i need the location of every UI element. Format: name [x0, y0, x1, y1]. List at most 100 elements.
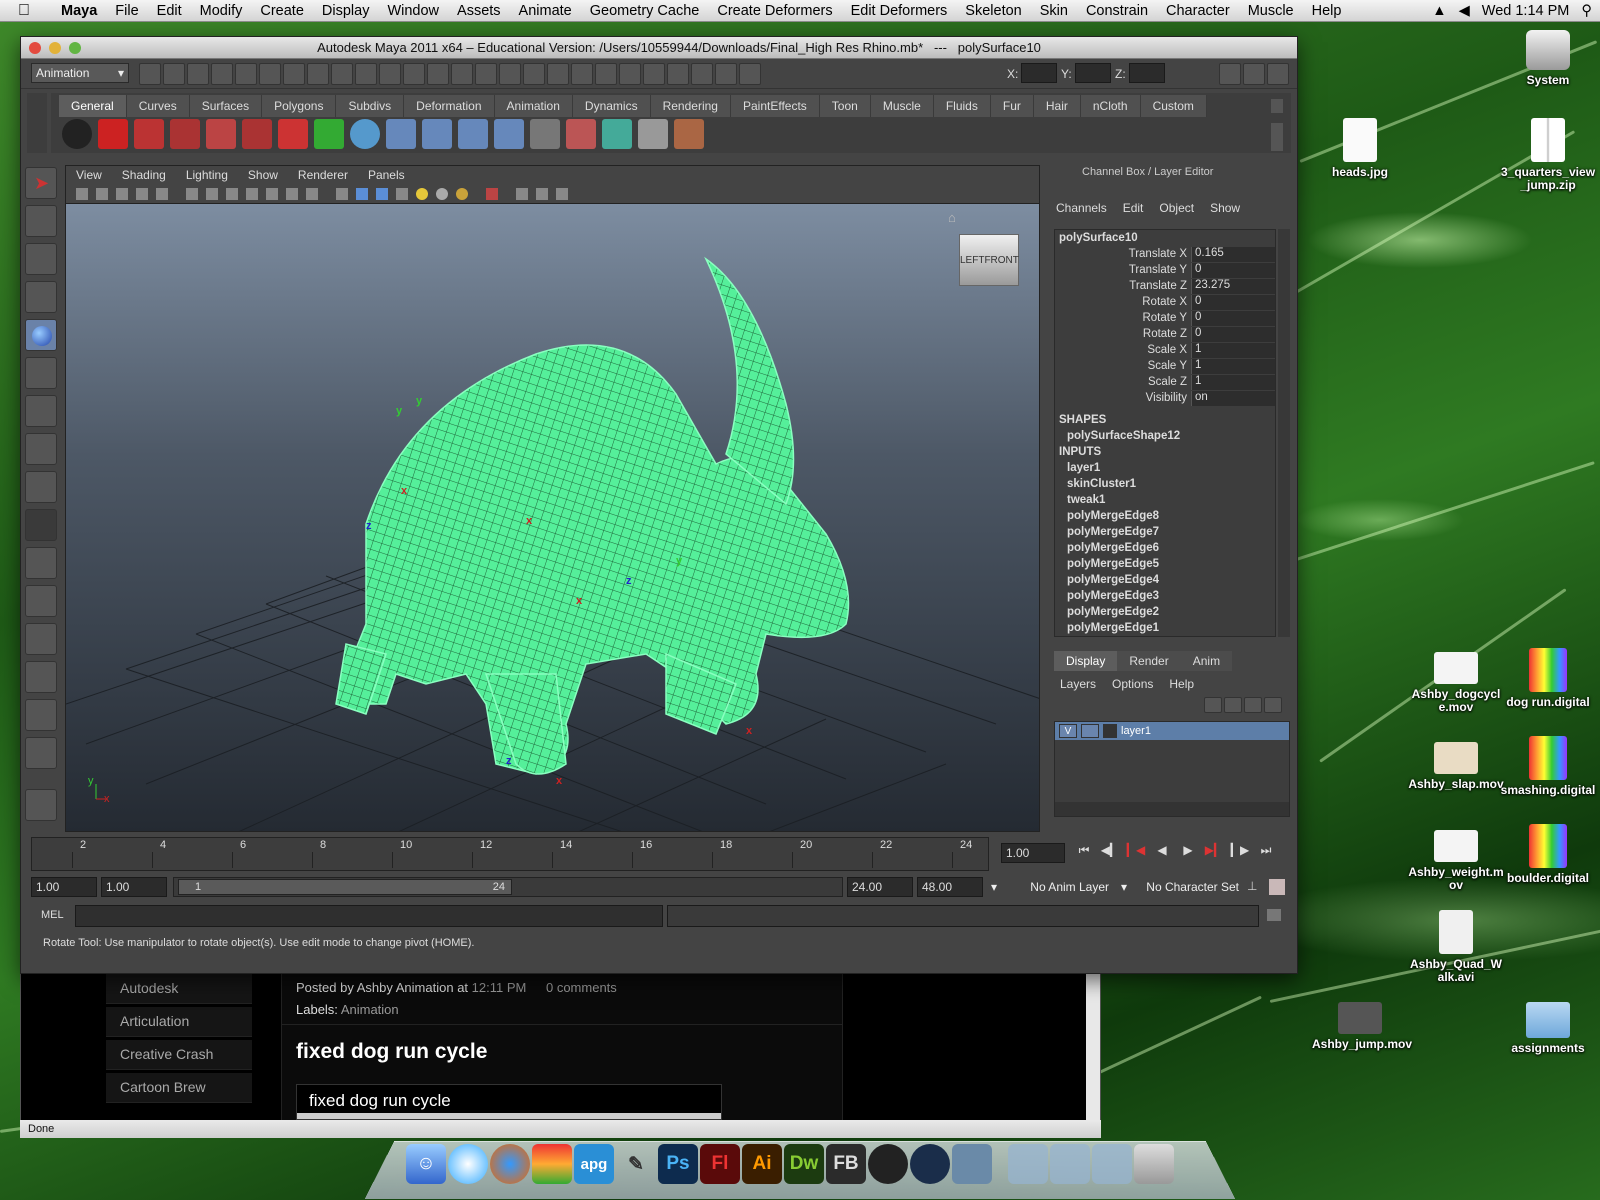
- input-node[interactable]: polyMergeEdge8: [1055, 508, 1275, 524]
- input-node[interactable]: tweak1: [1055, 492, 1275, 508]
- attr-row[interactable]: Rotate X 0: [1055, 294, 1275, 310]
- input-node[interactable]: polyMergeEdge7: [1055, 524, 1275, 540]
- minimize-button[interactable]: [49, 42, 61, 54]
- auto-key-icon[interactable]: ⊥: [1247, 879, 1257, 893]
- step-forward-icon[interactable]: ▎▶: [1229, 843, 1251, 861]
- shelf-tab-polygons[interactable]: Polygons: [262, 95, 337, 117]
- input-node[interactable]: polyMergeEdge6: [1055, 540, 1275, 556]
- select-object-icon[interactable]: [235, 63, 257, 85]
- new-layer-icon[interactable]: [1244, 697, 1262, 713]
- channel-box-scrollbar[interactable]: [1278, 229, 1290, 637]
- dock-photoshop-icon[interactable]: Ps: [658, 1144, 698, 1184]
- attr-row[interactable]: Rotate Y 0: [1055, 310, 1275, 326]
- channels-menu[interactable]: Channels: [1056, 201, 1115, 219]
- shelf-tab-surfaces[interactable]: Surfaces: [189, 95, 263, 117]
- attr-value[interactable]: 1: [1191, 342, 1275, 358]
- panel-menu-shading[interactable]: Shading: [112, 168, 176, 182]
- paint-weights-icon[interactable]: [566, 119, 596, 149]
- blog-nav-link[interactable]: Autodesk: [106, 974, 252, 1004]
- render-current-icon[interactable]: [643, 63, 665, 85]
- shelf-tab-subdivs[interactable]: Subdivs: [336, 95, 405, 117]
- new-scene-icon[interactable]: [139, 63, 161, 85]
- desktop-icon-heads-jpg[interactable]: heads.jpg: [1312, 118, 1408, 179]
- dock-iphoto-icon[interactable]: [952, 1144, 992, 1184]
- start-time-field[interactable]: 1.00: [31, 877, 97, 897]
- input-node[interactable]: polyMergeVert16: [1055, 636, 1275, 637]
- end-time-field[interactable]: 48.00: [917, 877, 983, 897]
- dock-flash-icon[interactable]: Fl: [700, 1144, 740, 1184]
- input-node[interactable]: polyMergeEdge4: [1055, 572, 1275, 588]
- manipulator-tool-icon[interactable]: [25, 395, 57, 427]
- new-layer-selected-icon[interactable]: [1264, 697, 1282, 713]
- coord-z-field[interactable]: [1129, 63, 1165, 83]
- snap-curve-icon[interactable]: [307, 63, 329, 85]
- step-back-icon[interactable]: ◀▎: [1099, 843, 1121, 861]
- dock-stickies-icon[interactable]: [532, 1144, 572, 1184]
- desktop-icon-assignments[interactable]: assignments: [1500, 1002, 1596, 1055]
- mel-input[interactable]: [75, 905, 663, 927]
- input-node[interactable]: polyMergeEdge2: [1055, 604, 1275, 620]
- attr-value[interactable]: on: [1191, 390, 1275, 406]
- layer-tab-render[interactable]: Render: [1117, 651, 1181, 671]
- grid-cube-icon[interactable]: [638, 119, 668, 149]
- select-tool-icon[interactable]: ➤: [25, 167, 57, 199]
- menu-constrain[interactable]: Constrain: [1077, 3, 1157, 19]
- animation-prefs-icon[interactable]: [1269, 879, 1285, 895]
- menu-character[interactable]: Character: [1157, 3, 1239, 19]
- viewcube-front-face[interactable]: FRONT: [984, 255, 1018, 266]
- shelf-tab-muscle[interactable]: Muscle: [870, 95, 934, 117]
- go-to-start-icon[interactable]: ⏮: [1073, 843, 1095, 861]
- coord-x-field[interactable]: [1021, 63, 1057, 83]
- desktop-icon-ashby-slap[interactable]: Ashby_slap.mov: [1408, 742, 1504, 791]
- dock-documents-stack-icon[interactable]: [1050, 1144, 1090, 1184]
- outliner-layout-icon[interactable]: [25, 623, 57, 655]
- shelf-tab-animation[interactable]: Animation: [494, 95, 573, 117]
- blog-nav-link[interactable]: Articulation: [106, 1007, 252, 1037]
- dock-flash-builder-icon[interactable]: FB: [826, 1144, 866, 1184]
- trash-shelf-icon[interactable]: [1271, 99, 1283, 113]
- anim-layer-dropdown[interactable]: ▾ No Anim Layer: [987, 877, 1113, 897]
- panel-menu-show[interactable]: Show: [238, 168, 288, 182]
- menu-set-dropdown[interactable]: Animation ▾: [31, 63, 129, 83]
- play-forward-icon[interactable]: ▶: [1177, 843, 1199, 861]
- attr-value[interactable]: 1: [1191, 374, 1275, 390]
- menu-edit[interactable]: Edit: [148, 3, 191, 19]
- input-node[interactable]: skinCluster1: [1055, 476, 1275, 492]
- ik-icon[interactable]: [422, 119, 452, 149]
- post-comments-link[interactable]: 0 comments: [546, 980, 617, 995]
- current-frame-field[interactable]: 1.00: [1001, 843, 1065, 863]
- shelf-tab-painteffects[interactable]: PaintEffects: [730, 95, 820, 117]
- character-set-dropdown[interactable]: ▾ No Character Set: [1117, 877, 1243, 897]
- select-hierarchy-icon[interactable]: [211, 63, 233, 85]
- rotate-tool-icon[interactable]: [25, 319, 57, 351]
- desktop-icon-ashby-weight[interactable]: Ashby_weight.mov: [1408, 830, 1504, 892]
- render-settings-icon[interactable]: [691, 63, 713, 85]
- viewcube[interactable]: LEFT FRONT: [959, 234, 1019, 286]
- attr-value[interactable]: 1: [1191, 358, 1275, 374]
- ghost-icon[interactable]: [170, 119, 200, 149]
- snap-point-icon[interactable]: [331, 63, 353, 85]
- object-name[interactable]: polySurface10: [1055, 230, 1275, 246]
- input-node[interactable]: layer1: [1055, 460, 1275, 476]
- attr-row[interactable]: Scale Y 1: [1055, 358, 1275, 374]
- history-icon[interactable]: [403, 63, 425, 85]
- cube-icon[interactable]: [602, 119, 632, 149]
- shelf-tab-ncloth[interactable]: nCloth: [1080, 95, 1141, 117]
- snap-live-icon[interactable]: [379, 63, 401, 85]
- channel-box-toggle-icon[interactable]: [1267, 63, 1289, 85]
- coord-y-field[interactable]: [1075, 63, 1111, 83]
- four-view-layout-icon[interactable]: [25, 585, 57, 617]
- volume-icon[interactable]: ◀: [1459, 3, 1470, 19]
- shelf-tab-dynamics[interactable]: Dynamics: [572, 95, 651, 117]
- desktop-icon-ashby-quad-walk[interactable]: Ashby_Quad_Walk.avi: [1408, 910, 1504, 984]
- shelf-tab-fluids[interactable]: Fluids: [933, 95, 991, 117]
- hypershade-layout-icon[interactable]: [25, 699, 57, 731]
- render-view-icon[interactable]: [619, 63, 641, 85]
- dock-dreamweaver-icon[interactable]: Dw: [784, 1144, 824, 1184]
- shelf-tab-toon[interactable]: Toon: [819, 95, 871, 117]
- shelf-tab-curves[interactable]: Curves: [126, 95, 190, 117]
- shelf-options[interactable]: [27, 93, 47, 153]
- show-hide-sidebar-icon[interactable]: [1219, 63, 1241, 85]
- dock-applications-stack-icon[interactable]: [1008, 1144, 1048, 1184]
- lock-icon[interactable]: [451, 63, 473, 85]
